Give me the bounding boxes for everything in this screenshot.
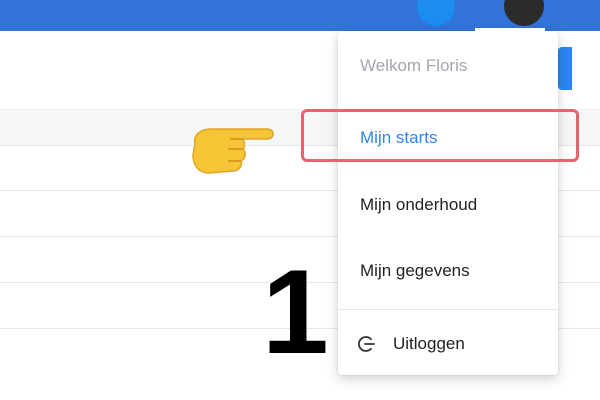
menu-item-mijn-onderhoud[interactable]: Mijn onderhoud xyxy=(360,195,477,215)
top-navigation-bar xyxy=(0,0,600,31)
step-number: 1 xyxy=(262,245,329,379)
menu-item-mijn-gegevens[interactable]: Mijn gegevens xyxy=(360,261,470,281)
pointing-hand-icon xyxy=(192,128,274,174)
menu-anchor-tab xyxy=(475,28,545,33)
menu-divider xyxy=(338,309,558,310)
notification-button[interactable] xyxy=(417,0,455,26)
menu-item-uitloggen[interactable]: Uitloggen xyxy=(393,334,465,354)
highlight-box xyxy=(301,109,579,162)
menu-welcome-text: Welkom Floris xyxy=(360,56,468,75)
primary-action-button[interactable] xyxy=(558,47,572,90)
logout-icon[interactable] xyxy=(358,335,376,353)
user-avatar[interactable] xyxy=(504,0,544,26)
